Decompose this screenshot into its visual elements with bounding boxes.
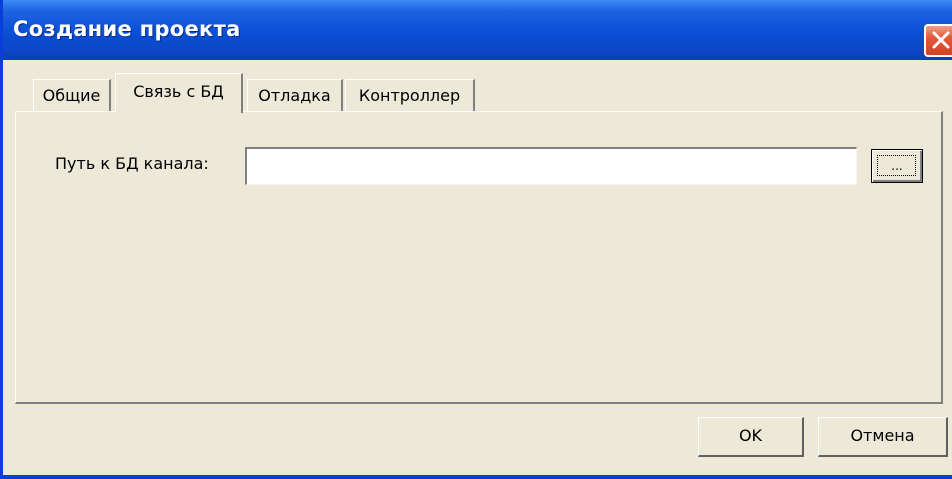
dialog-window: Создание проекта Общие Связь с БД Отладк… xyxy=(0,0,952,479)
db-path-input[interactable] xyxy=(245,147,857,185)
tab-label: Общие xyxy=(42,86,101,105)
title-bar[interactable]: Создание проекта xyxy=(3,0,952,60)
close-icon xyxy=(932,31,950,49)
tab-label: Связь с БД xyxy=(133,82,224,101)
tab-debug[interactable]: Отладка xyxy=(247,79,343,111)
cancel-button-label: Отмена xyxy=(850,426,915,445)
window-title: Создание проекта xyxy=(13,17,241,41)
tab-controller[interactable]: Контроллер xyxy=(345,79,475,111)
browse-button-label: ... xyxy=(891,159,903,173)
ok-button-label: OK xyxy=(738,426,763,445)
tab-label: Отладка xyxy=(258,86,331,105)
close-button[interactable] xyxy=(924,24,952,57)
db-path-label: Путь к БД канала: xyxy=(55,154,209,173)
tab-general[interactable]: Общие xyxy=(33,79,111,111)
ok-button[interactable]: OK xyxy=(698,417,804,457)
tab-label: Контроллер xyxy=(358,86,461,105)
cancel-button[interactable]: Отмена xyxy=(818,417,948,457)
browse-button[interactable]: ... xyxy=(871,149,923,183)
tab-db-connection[interactable]: Связь с БД xyxy=(115,73,243,113)
